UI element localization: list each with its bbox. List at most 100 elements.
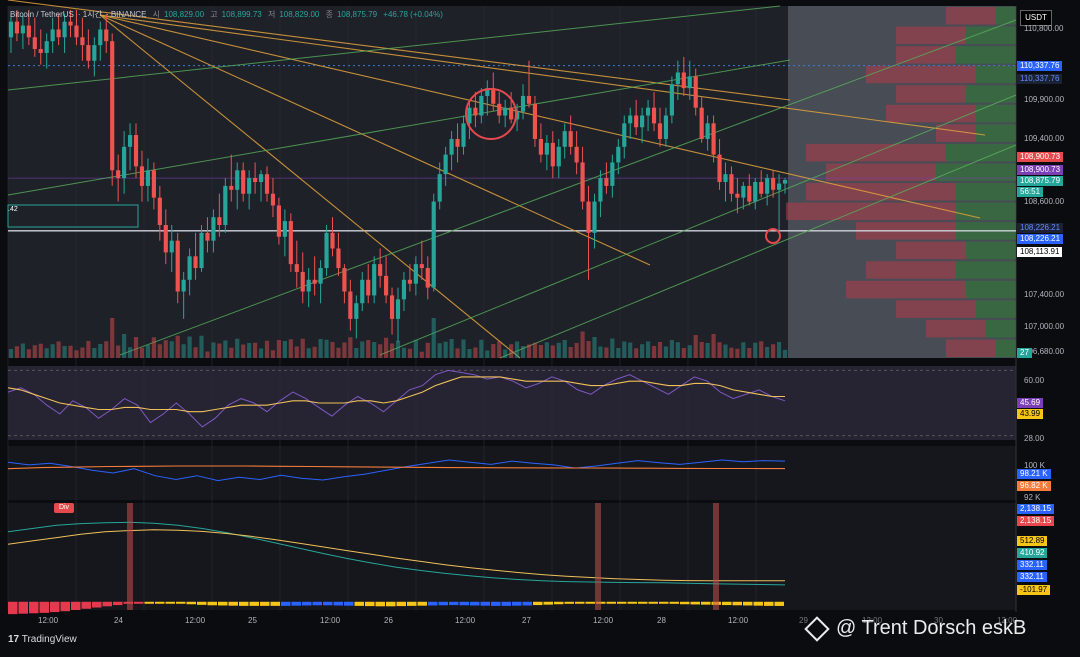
- volume-bar: [717, 342, 722, 358]
- price-label: 108,900.73: [1017, 152, 1064, 162]
- price-tick: 107,400.00: [1024, 290, 1065, 300]
- volume-bar: [497, 341, 502, 358]
- macd-histogram-bar: [134, 601, 144, 604]
- volume-bar: [747, 348, 752, 358]
- candle-body: [765, 178, 770, 194]
- volume-bar: [348, 337, 353, 358]
- change-value: +46.78 (+0.04%): [383, 10, 443, 19]
- macd-histogram-bar: [480, 601, 490, 606]
- candle-body: [294, 264, 299, 272]
- volume-bar: [711, 334, 716, 358]
- candle-body: [241, 170, 246, 194]
- symbol-header[interactable]: Bitcoin / TetherUS · 1시간 · BINANCE 시 108,82…: [10, 9, 447, 20]
- volume-bar: [139, 347, 145, 358]
- symbol-interval[interactable]: 1시간: [83, 10, 102, 19]
- candle-body: [640, 115, 645, 128]
- volume-bar: [699, 342, 704, 358]
- macd-histogram-bar: [39, 601, 49, 613]
- candle-body: [211, 217, 216, 241]
- candle-body: [44, 41, 49, 53]
- candle-body: [628, 115, 633, 124]
- candle-body: [80, 37, 85, 46]
- candle-body: [300, 271, 305, 292]
- price-label: 56:51: [1017, 187, 1044, 197]
- volume-bar: [520, 346, 526, 358]
- macd-histogram-bar: [554, 601, 564, 605]
- macd-histogram-bar: [396, 601, 406, 607]
- tradingview-logo[interactable]: 17 TradingView: [8, 634, 77, 645]
- volume-bar: [122, 334, 127, 358]
- candle-body: [532, 103, 538, 139]
- volume-bar: [461, 339, 466, 358]
- obv-pane: [8, 446, 1016, 500]
- volume-bar: [562, 340, 567, 358]
- candle-body: [699, 107, 704, 139]
- time-tick: 27: [522, 616, 531, 625]
- volume-bar: [62, 346, 67, 358]
- macd-histogram-bar: [375, 601, 385, 607]
- volume-bar: [526, 344, 532, 358]
- volume-profile-bar: [966, 280, 1016, 299]
- volume-bar: [657, 342, 663, 358]
- volume-bar: [580, 331, 585, 358]
- volume-profile-bar: [896, 241, 966, 260]
- time-tick: 25: [248, 616, 257, 625]
- candle-body: [759, 182, 764, 194]
- volume-profile-bar: [896, 300, 976, 318]
- macd-histogram-bar: [155, 601, 165, 604]
- volume-profile-bar: [976, 300, 1016, 318]
- volume-bar: [610, 338, 615, 358]
- volume-bar: [247, 343, 252, 358]
- volume-bar: [324, 339, 329, 358]
- price-label: 108,900.73: [1017, 165, 1064, 175]
- volume-profile-bar: [956, 46, 1016, 64]
- candle-body: [437, 174, 442, 202]
- volume-bar: [532, 342, 538, 358]
- volume-bar: [586, 341, 591, 358]
- macd-histogram-bar: [669, 601, 679, 604]
- symbol-pair[interactable]: Bitcoin / TetherUS: [10, 10, 74, 19]
- volume-bar: [217, 343, 222, 358]
- macd-histogram-bar: [764, 601, 774, 606]
- macd-histogram-bar: [144, 601, 154, 604]
- candle-body: [151, 170, 156, 198]
- volume-bar: [8, 349, 14, 358]
- volume-bar: [669, 340, 674, 358]
- price-label: 110,337.76: [1017, 61, 1063, 71]
- candle-body: [217, 217, 222, 226]
- macd-histogram-bar: [197, 601, 207, 605]
- volume-bar: [634, 348, 639, 358]
- candle-body: [711, 123, 716, 155]
- price-tick: 109,900.00: [1024, 94, 1065, 104]
- volume-bar: [145, 345, 151, 358]
- price-tick: 109,400.00: [1024, 133, 1065, 143]
- macd-histogram-bar: [270, 601, 280, 606]
- macd-histogram-bar: [512, 601, 522, 606]
- candle-body: [681, 72, 686, 89]
- rsi-tick: 28.00: [1024, 434, 1045, 443]
- candle-body: [741, 185, 746, 198]
- macd-histogram-bar: [186, 601, 196, 605]
- volume-profile-bar: [926, 319, 986, 338]
- time-tick: 12:00: [455, 616, 476, 625]
- macd-histogram-bar: [207, 601, 217, 606]
- candle-body: [372, 264, 377, 296]
- volume-profile-bar: [866, 65, 976, 84]
- volume-profile-bar: [946, 339, 996, 357]
- price-label: 110,337.76: [1017, 74, 1063, 84]
- macd-label: 512.89: [1017, 536, 1048, 546]
- volume-bar: [270, 350, 276, 358]
- candle-body: [378, 264, 383, 276]
- macd-histogram-bar: [260, 601, 270, 606]
- macd-histogram-bar: [102, 601, 112, 607]
- volume-profile-bar: [996, 7, 1016, 25]
- candle-body: [8, 21, 14, 38]
- close-label: 종: [325, 10, 333, 19]
- chart-canvas[interactable]: [0, 0, 1080, 657]
- highlight-circle-low: [765, 228, 781, 244]
- candle-body: [574, 146, 579, 163]
- highlight-circle-top: [465, 88, 517, 140]
- macd-histogram-bar: [606, 601, 616, 604]
- candle-body: [253, 178, 258, 182]
- volume-bar: [133, 337, 139, 358]
